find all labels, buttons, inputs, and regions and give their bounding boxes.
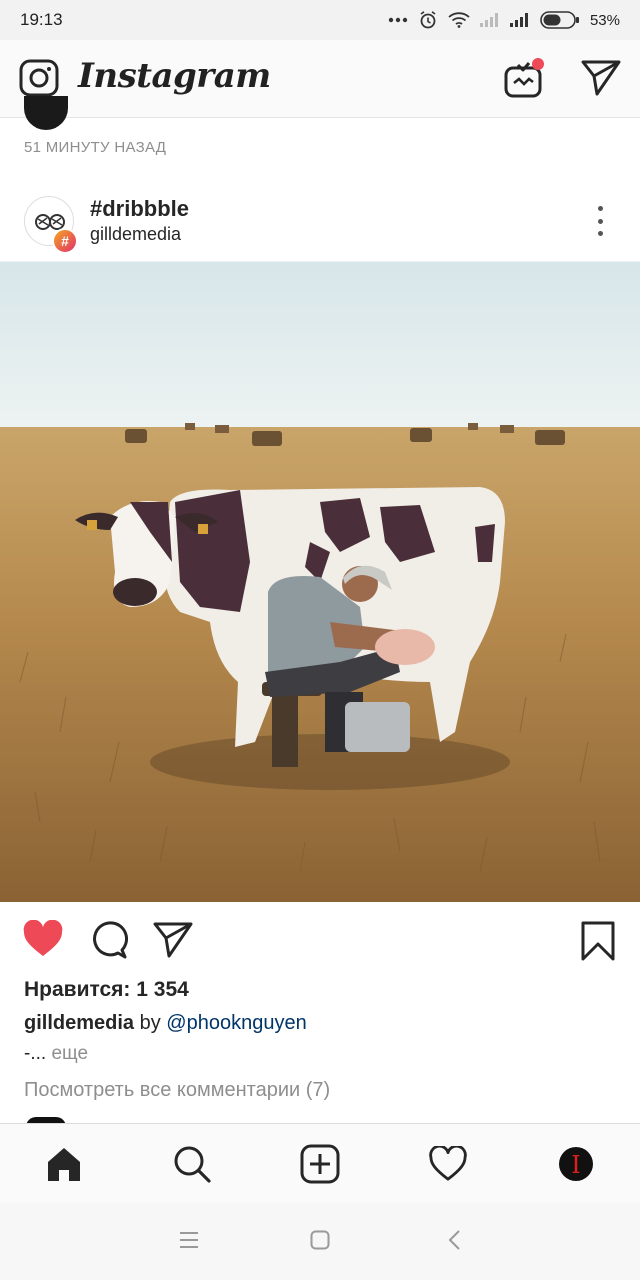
system-home-button[interactable] — [309, 1229, 331, 1256]
comment-button[interactable] — [88, 920, 128, 965]
new-post-icon — [300, 1144, 340, 1184]
signal-icon — [479, 13, 498, 27]
caption-prefix: -... — [24, 1043, 47, 1064]
direct-message-icon — [581, 60, 621, 96]
post-hashtag-title[interactable]: #dribbble — [90, 196, 189, 222]
battery-percent: 53% — [589, 11, 620, 29]
hashtag-badge: # — [52, 228, 78, 254]
direct-message-button[interactable] — [580, 58, 622, 103]
share-button[interactable] — [152, 920, 194, 965]
post-options-button[interactable] — [590, 206, 610, 236]
wifi-icon — [448, 12, 470, 28]
battery-icon — [540, 11, 579, 29]
status-bar: 19:13 53% — [0, 0, 640, 40]
igtv-button[interactable] — [502, 56, 548, 105]
status-time: 19:13 — [20, 10, 63, 29]
cow-field-photo — [0, 262, 640, 902]
share-icon — [153, 922, 193, 958]
profile-avatar: I — [559, 1147, 593, 1181]
tab-profile[interactable]: I — [554, 1142, 598, 1186]
system-menu-button[interactable] — [178, 1229, 200, 1256]
home-icon — [48, 1148, 80, 1181]
dot-icon — [597, 206, 603, 211]
previous-post-time: 51 МИНУТУ НАЗАД — [24, 139, 167, 156]
post-username[interactable]: gilldemedia — [90, 224, 181, 245]
dot-icon — [597, 218, 603, 224]
caption-more-line: -... еще — [24, 1043, 88, 1065]
save-button[interactable] — [580, 920, 616, 967]
tab-new-post[interactable] — [298, 1142, 342, 1186]
caption-username[interactable]: gilldemedia — [24, 1012, 134, 1034]
post-actions — [0, 902, 640, 976]
view-all-comments-link[interactable]: Посмотреть все комментарии (7) — [24, 1079, 330, 1102]
back-icon — [448, 1230, 460, 1250]
caption-more-link[interactable]: еще — [51, 1043, 88, 1064]
more-dots-icon — [388, 17, 408, 23]
system-navigation-bar — [0, 1203, 640, 1280]
alarm-icon — [420, 11, 436, 29]
camera-icon — [19, 59, 59, 97]
bottom-tab-bar: I — [0, 1123, 640, 1203]
post-photo[interactable] — [0, 262, 640, 902]
system-back-button[interactable] — [444, 1229, 466, 1256]
signal-icon — [509, 13, 528, 27]
comment-icon — [93, 921, 128, 959]
bookmark-icon — [581, 921, 615, 961]
home-square-icon — [310, 1230, 330, 1250]
previous-post-avatar[interactable] — [24, 96, 68, 130]
menu-icon — [180, 1232, 198, 1248]
caption-by: by — [139, 1012, 161, 1034]
instagram-logo: Instagram — [78, 56, 271, 96]
caption-mention[interactable]: @phooknguyen — [166, 1012, 306, 1034]
app-header: Instagram — [0, 40, 640, 118]
like-button[interactable] — [22, 919, 64, 963]
search-icon — [174, 1146, 211, 1183]
tab-search[interactable] — [170, 1142, 214, 1186]
svg-text:I: I — [571, 1151, 580, 1179]
igtv-icon — [504, 58, 544, 98]
heart-filled-icon — [23, 919, 63, 956]
tab-home[interactable] — [42, 1142, 86, 1186]
post-header: # #dribbble gilldemedia — [0, 180, 640, 262]
tab-activity[interactable] — [426, 1142, 470, 1186]
likes-count[interactable]: Нравится: 1 354 — [24, 978, 189, 1002]
post-caption: gilldemedia by @phooknguyen — [24, 1012, 307, 1035]
dot-icon — [597, 231, 603, 236]
activity-icon — [429, 1146, 467, 1181]
